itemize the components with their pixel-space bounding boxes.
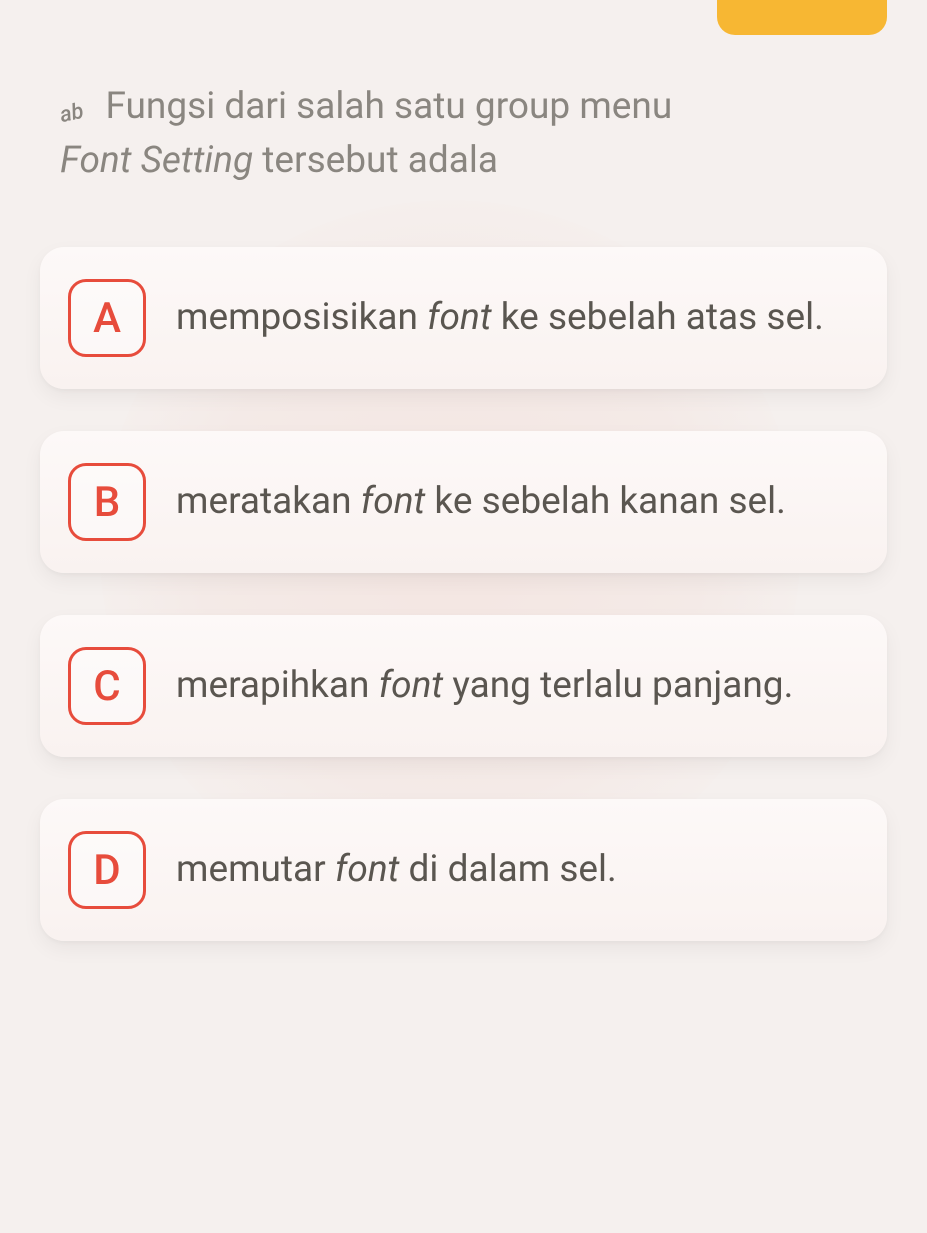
option-d-post: di dalam sel. (399, 848, 616, 891)
option-letter-d: D (68, 831, 146, 909)
option-b-pre: meratakan (176, 480, 361, 523)
option-d-pre: memutar (176, 848, 335, 891)
option-c-post: yang terlalu panjang. (443, 664, 793, 707)
option-c-pre: merapihkan (176, 664, 379, 707)
option-a[interactable]: A memposisikan font ke sebelah atas sel. (40, 247, 887, 389)
option-d-italic: font (335, 848, 400, 891)
option-text-c: merapihkan font yang terlalu panjang. (176, 661, 793, 711)
option-b-post: ke sebelah kanan sel. (425, 480, 786, 523)
question-text: Fungsi dari salah satu group menu Font S… (60, 85, 672, 182)
option-text-d: memutar font di dalam sel. (176, 845, 617, 895)
question-block: ab Fungsi dari salah satu group menu Fon… (40, 80, 887, 187)
option-d[interactable]: D memutar font di dalam sel. (40, 799, 887, 941)
option-a-pre: memposisikan (176, 296, 427, 339)
option-c-italic: font (379, 664, 444, 707)
option-c[interactable]: C merapihkan font yang terlalu panjang. (40, 615, 887, 757)
question-italic-part: Font Setting (60, 139, 253, 182)
option-b[interactable]: B meratakan font ke sebelah kanan sel. (40, 431, 887, 573)
option-a-post: ke sebelah atas sel. (492, 296, 824, 339)
option-text-a: memposisikan font ke sebelah atas sel. (176, 293, 824, 343)
option-letter-b: B (68, 463, 146, 541)
option-b-italic: font (361, 480, 426, 523)
question-line2-rest: tersebut adala (253, 139, 498, 182)
orientation-icon: ab (58, 99, 86, 128)
option-letter-c: C (68, 647, 146, 725)
option-letter-a: A (68, 279, 146, 357)
option-a-italic: font (427, 296, 492, 339)
option-text-b: meratakan font ke sebelah kanan sel. (176, 477, 786, 527)
question-line1: Fungsi dari salah satu group menu (105, 85, 672, 128)
options-list: A memposisikan font ke sebelah atas sel.… (40, 247, 887, 941)
top-action-button[interactable] (717, 0, 887, 35)
